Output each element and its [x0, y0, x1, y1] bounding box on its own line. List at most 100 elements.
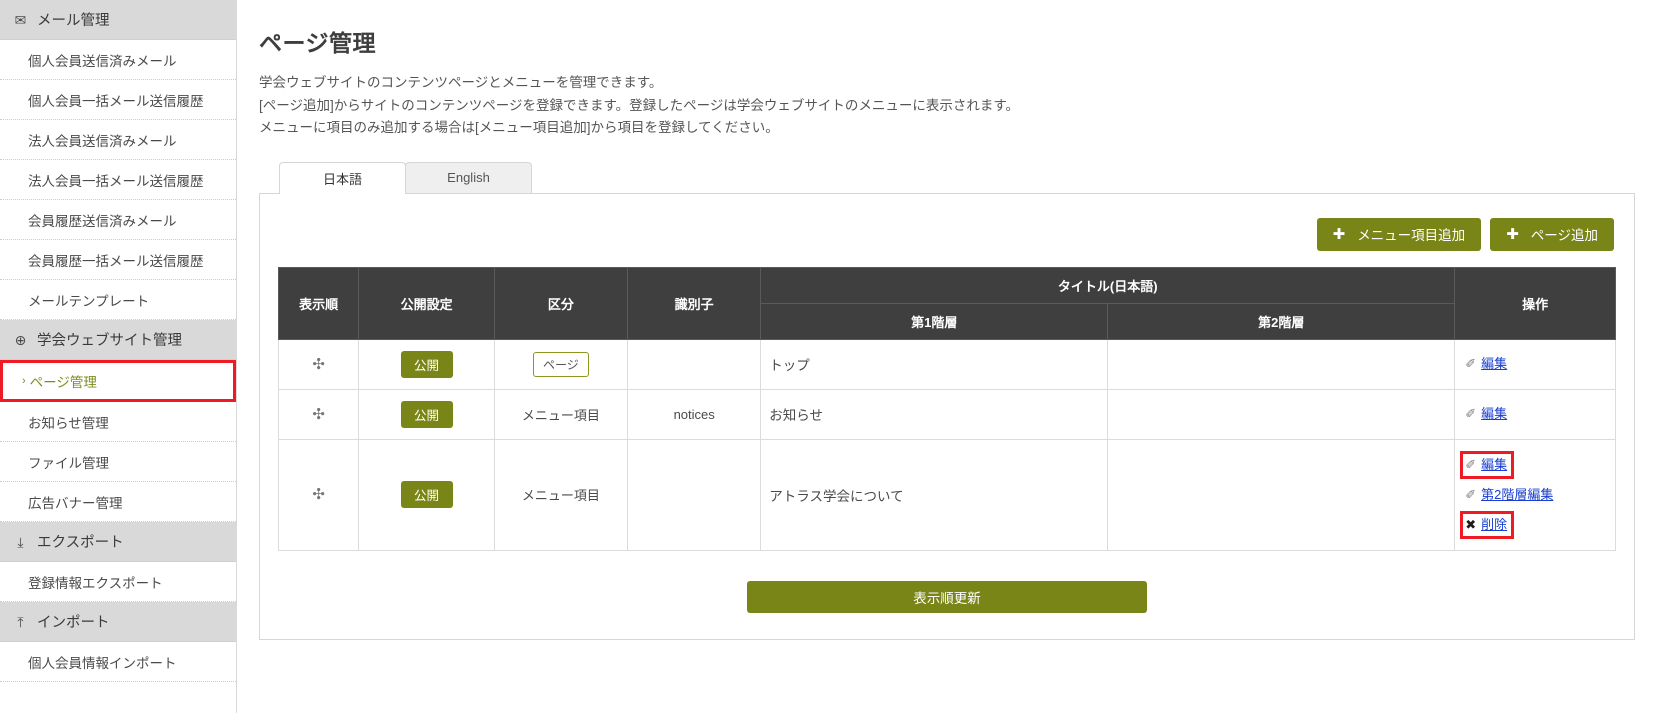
kind-label: メニュー項目 [521, 488, 600, 503]
sidebar-item-0-3[interactable]: 法人会員一括メール送信履歴 [0, 160, 236, 200]
globe-icon: ⊕ [14, 331, 27, 348]
language-tabs: 日本語 English [259, 161, 1635, 194]
sidebar-item-0-2[interactable]: 法人会員送信済みメール [0, 120, 236, 160]
operations-list: ✐ 編集 [1463, 403, 1607, 425]
highlight-box: ✖ 削除 [1460, 510, 1515, 539]
cell-level2 [1107, 438, 1456, 551]
cell-order: ✣ [277, 388, 360, 440]
table-row: ✣ 公開 メニュー項目 アトラス学会について ✐ 編集 ✐ 第2階層編集 ✖ 削除 [277, 438, 1616, 551]
highlight-box: ✐ 編集 [1460, 450, 1515, 479]
close-icon: ✖ [1465, 516, 1477, 532]
sidebar-item-label: 個人会員送信済みメール [28, 53, 177, 69]
sidebar-item-1-0[interactable]: › ページ管理 [0, 360, 236, 402]
description-line-1: 学会ウェブサイトのコンテンツページとメニューを管理できます。 [259, 75, 663, 90]
operation-label: 第2階層編集 [1481, 486, 1554, 502]
status-badge: 公開 [400, 400, 453, 428]
sidebar-group-label: インポート [37, 615, 110, 631]
sidebar-item-2-0[interactable]: 登録情報エクスポート [0, 562, 236, 602]
sidebar-item-label: ファイル管理 [28, 455, 109, 471]
operation-link-edit-level2[interactable]: ✐ 第2階層編集 [1465, 485, 1603, 505]
update-order-button[interactable]: 表示順更新 [747, 580, 1147, 613]
sidebar-group-upload[interactable]: ⤒ インポート [0, 602, 236, 642]
th-level1: 第1階層 [760, 302, 1109, 340]
sidebar-item-label: お知らせ管理 [28, 415, 109, 431]
cell-kind: メニュー項目 [493, 438, 629, 551]
operation-wrapper: ✐ 編集 [1463, 403, 1607, 425]
sidebar-item-label: メールテンプレート [28, 293, 150, 309]
kind-badge: ページ [533, 351, 589, 377]
cell-publish: 公開 [358, 388, 495, 440]
tab-japanese[interactable]: 日本語 [279, 161, 406, 194]
sidebar-item-label: 法人会員一括メール送信履歴 [28, 173, 204, 189]
sidebar-item-0-1[interactable]: 個人会員一括メール送信履歴 [0, 80, 236, 120]
kind-label: メニュー項目 [521, 407, 600, 423]
description-line-2: [ページ追加]からサイトのコンテンツページを登録できます。登録したページは学会ウ… [259, 97, 1019, 113]
sidebar-group-label: エクスポート [37, 535, 124, 551]
cell-operations: ✐ 編集 [1454, 388, 1616, 440]
operation-label: 編集 [1481, 406, 1508, 421]
table-row: ✣ 公開 メニュー項目 notices お知らせ ✐ 編集 [277, 388, 1616, 440]
update-order-row: 表示順更新 [278, 580, 1616, 613]
pages-panel: ✚ メニュー項目追加 ✚ ページ追加 表示順 公開設定 区分 識別子 タイトル(… [259, 193, 1635, 640]
operation-link-edit[interactable]: ✐ 編集 [1465, 455, 1507, 475]
sidebar: ✉ メール管理個人会員送信済みメール個人会員一括メール送信履歴法人会員送信済みメー… [0, 0, 237, 713]
pencil-icon: ✐ [1465, 406, 1477, 421]
operation-link-edit[interactable]: ✐ 編集 [1465, 404, 1603, 424]
sidebar-item-0-0[interactable]: 個人会員送信済みメール [0, 40, 236, 80]
sidebar-item-1-1[interactable]: お知らせ管理 [0, 402, 236, 442]
sidebar-item-label: 登録情報エクスポート [28, 575, 163, 591]
plus-icon: ✚ [1506, 225, 1519, 243]
cell-order: ✣ [277, 438, 360, 551]
status-badge: 公開 [400, 481, 453, 508]
th-kind: 区分 [493, 266, 629, 340]
tab-japanese-label: 日本語 [322, 171, 362, 187]
plus-icon: ✚ [1332, 225, 1346, 243]
cell-identifier: notices [627, 388, 762, 440]
move-handle-icon[interactable]: ✣ [312, 357, 325, 372]
sidebar-item-1-3[interactable]: 広告バナー管理 [0, 482, 236, 522]
tab-english[interactable]: English [405, 161, 532, 193]
chevron-right-icon: › [22, 375, 26, 387]
sidebar-group-label: メール管理 [37, 13, 110, 29]
sidebar-item-label: 個人会員情報インポート [28, 655, 177, 671]
upload-icon: ⤒ [17, 613, 24, 630]
operations-list: ✐ 編集 ✐ 第2階層編集 ✖ 削除 [1460, 450, 1607, 539]
table-body: ✣ 公開 ページ トップ ✐ 編集 ✣ 公開 メニュー項目 notices お知らせ ✐ 編集 ✣ 公開 メニ… [277, 338, 1616, 551]
th-operations: 操作 [1454, 266, 1616, 340]
sidebar-group-mail[interactable]: ✉ メール管理 [0, 0, 236, 40]
sidebar-item-0-6[interactable]: メールテンプレート [0, 280, 236, 320]
cell-publish: 公開 [358, 438, 495, 551]
add-page-label: ページ追加 [1530, 228, 1598, 243]
operation-link-edit[interactable]: ✐ 編集 [1465, 354, 1603, 374]
move-handle-icon[interactable]: ✣ [312, 487, 325, 502]
cell-level1: お知らせ [760, 388, 1109, 440]
operation-link-delete[interactable]: ✖ 削除 [1465, 515, 1507, 535]
operation-label: 削除 [1481, 516, 1508, 532]
pencil-icon: ✐ [1465, 456, 1477, 472]
move-handle-icon[interactable]: ✣ [312, 407, 325, 422]
sidebar-item-0-4[interactable]: 会員履歴送信済みメール [0, 200, 236, 240]
add-menu-item-button[interactable]: ✚ メニュー項目追加 [1316, 217, 1482, 251]
pencil-icon: ✐ [1465, 486, 1477, 502]
pages-table: 表示順 公開設定 区分 識別子 タイトル(日本語) 操作 第1階層 第2階層 ✣… [277, 266, 1616, 551]
sidebar-item-label: 個人会員一括メール送信履歴 [28, 93, 204, 109]
sidebar-group-download[interactable]: ⤓ エクスポート [0, 522, 236, 562]
status-badge: 公開 [400, 350, 453, 378]
sidebar-item-label: 会員履歴一括メール送信履歴 [28, 253, 204, 269]
cell-operations: ✐ 編集 [1454, 338, 1616, 390]
cell-order: ✣ [277, 338, 360, 390]
sidebar-item-3-0[interactable]: 個人会員情報インポート [0, 642, 236, 682]
cell-level1: トップ [760, 338, 1109, 390]
pencil-icon: ✐ [1465, 356, 1477, 371]
tab-english-label: English [447, 170, 490, 185]
th-order: 表示順 [277, 266, 360, 340]
sidebar-group-globe[interactable]: ⊕ 学会ウェブサイト管理 [0, 320, 236, 360]
page-title: ページ管理 [259, 30, 377, 56]
sidebar-item-0-5[interactable]: 会員履歴一括メール送信履歴 [0, 240, 236, 280]
operation-wrapper: ✐ 第2階層編集 [1463, 484, 1607, 506]
mail-icon: ✉ [14, 11, 27, 28]
sidebar-item-1-2[interactable]: ファイル管理 [0, 442, 236, 482]
add-menu-item-label: メニュー項目追加 [1357, 228, 1466, 243]
cell-level2 [1107, 338, 1456, 390]
add-page-button[interactable]: ✚ ページ追加 [1490, 217, 1614, 251]
